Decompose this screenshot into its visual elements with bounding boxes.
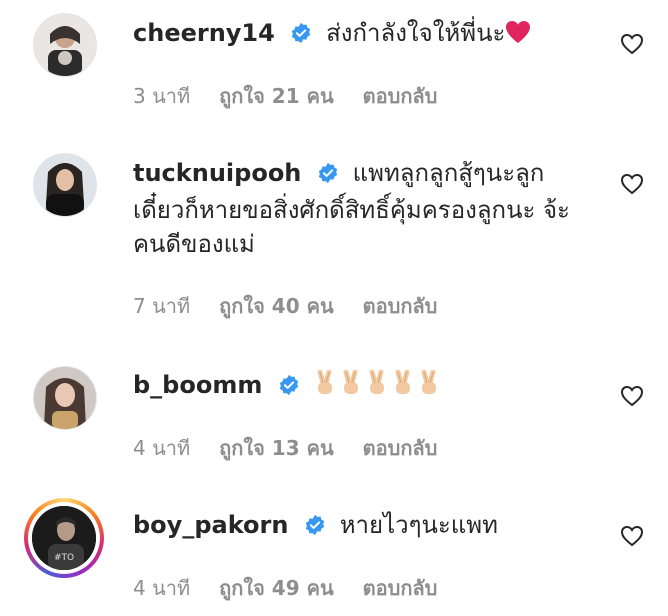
verified-badge-icon [317, 159, 339, 193]
victory-hand-emoji [340, 369, 362, 405]
avatar[interactable] [33, 366, 97, 430]
verified-badge-icon [278, 371, 300, 405]
reply-button[interactable]: ตอบกลับ [363, 572, 438, 604]
red-heart-emoji [505, 19, 531, 53]
comment-meta: 7 นาที ถูกใจ 40 คน ตอบกลับ [133, 290, 459, 322]
comment-body: boy_pakorn หายไวๆนะแพท [133, 508, 583, 545]
comment-time: 4 นาที [133, 576, 191, 600]
likes-count-button[interactable]: ถูกใจ 13 คน [219, 432, 334, 464]
likes-count-button[interactable]: ถูกใจ 49 คน [219, 572, 334, 604]
heart-outline-icon[interactable] [620, 172, 644, 196]
reply-button[interactable]: ตอบกลับ [363, 290, 438, 322]
victory-hand-emoji [418, 369, 440, 405]
heart-outline-icon[interactable] [620, 524, 644, 548]
comment-username[interactable]: tucknuipooh [133, 159, 301, 187]
comment-time: 4 นาที [133, 436, 191, 460]
svg-text:#TO: #TO [54, 553, 74, 563]
heart-outline-icon[interactable] [620, 384, 644, 408]
comment-meta: 3 นาที ถูกใจ 21 คน ตอบกลับ [133, 80, 459, 112]
victory-hand-emoji [392, 369, 414, 405]
avatar[interactable]: #TO [32, 506, 96, 570]
comment-body: cheerny14 ส่งกำลังใจให้พี่นะ [133, 16, 583, 53]
likes-count-button[interactable]: ถูกใจ 21 คน [219, 80, 334, 112]
story-ring[interactable]: #TO [24, 498, 104, 578]
verified-badge-icon [290, 19, 312, 53]
comment-username[interactable]: boy_pakorn [133, 511, 288, 539]
heart-outline-icon[interactable] [620, 32, 644, 56]
reply-button[interactable]: ตอบกลับ [363, 432, 438, 464]
victory-hand-emoji [314, 369, 336, 405]
comment-text: หายไวๆนะแพท [339, 511, 498, 539]
avatar[interactable] [33, 13, 97, 77]
comment-username[interactable]: cheerny14 [133, 19, 275, 47]
verified-badge-icon [304, 511, 326, 545]
comment-meta: 4 นาที ถูกใจ 13 คน ตอบกลับ [133, 432, 459, 464]
comment-username[interactable]: b_boomm [133, 371, 262, 399]
likes-count-button[interactable]: ถูกใจ 40 คน [219, 290, 334, 322]
reply-button[interactable]: ตอบกลับ [363, 80, 438, 112]
victory-hand-emoji [366, 369, 388, 405]
comment-time: 7 นาที [133, 294, 191, 318]
comment-time: 3 นาที [133, 84, 191, 108]
comment-meta: 4 นาที ถูกใจ 49 คน ตอบกลับ [133, 572, 459, 604]
avatar[interactable] [33, 153, 97, 217]
comment-body: b_boomm [133, 368, 583, 405]
comment-body: tucknuipooh แพทลูกลูกสู้ๆนะลูก เดี๋ยวก็ห… [133, 156, 583, 261]
comment-text: ส่งกำลังใจให้พี่นะ [326, 19, 506, 47]
